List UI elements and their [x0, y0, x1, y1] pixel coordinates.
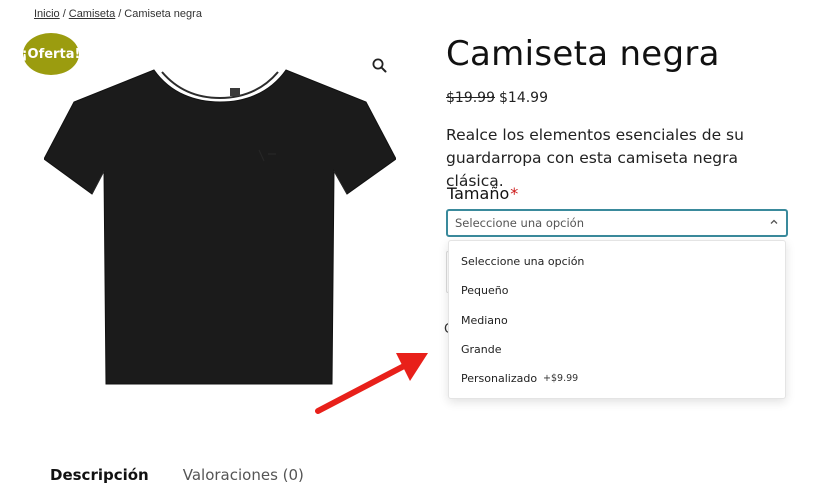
size-select[interactable]: Seleccione una opción [446, 209, 788, 237]
option-small[interactable]: Pequeño [449, 276, 785, 305]
chevron-up-icon [770, 219, 778, 224]
option-label: Seleccione una opción [461, 255, 585, 269]
breadcrumb: Inicio / Camiseta / Camiseta negra [34, 8, 202, 20]
sale-price: $14.99 [499, 90, 548, 106]
tab-reviews[interactable]: Valoraciones (0) [183, 466, 304, 484]
sale-badge: ¡Oferta! [21, 33, 81, 75]
option-large[interactable]: Grande [449, 335, 785, 364]
product-title: Camiseta negra [446, 34, 720, 74]
sale-badge-label: ¡Oferta! [21, 46, 81, 62]
product-image[interactable] [43, 66, 397, 386]
select-current-value: Seleccione una opción [455, 216, 584, 230]
size-label-text: Tamaño [447, 184, 510, 203]
option-extra-price: +$9.99 [543, 373, 579, 385]
price: $19.99 $14.99 [446, 90, 548, 106]
required-asterisk: * [510, 184, 519, 203]
option-medium[interactable]: Mediano [449, 306, 785, 335]
option-custom[interactable]: Personalizado +$9.99 [449, 364, 785, 393]
breadcrumb-separator: / [62, 8, 66, 20]
breadcrumb-link-category[interactable]: Camiseta [69, 8, 115, 20]
tab-description[interactable]: Descripción [50, 466, 149, 484]
old-price: $19.99 [446, 90, 495, 106]
option-label: Mediano [461, 313, 508, 327]
size-label: Tamaño* [447, 184, 518, 203]
breadcrumb-link-home[interactable]: Inicio [34, 8, 60, 20]
breadcrumb-current: Camiseta negra [124, 8, 202, 20]
option-label: Grande [461, 343, 502, 357]
product-tabs: Descripción Valoraciones (0) [50, 466, 304, 484]
size-options-list: Seleccione una opción Pequeño Mediano Gr… [448, 240, 786, 399]
tshirt-image [43, 69, 397, 385]
option-select-prompt[interactable]: Seleccione una opción [449, 247, 785, 276]
option-label: Pequeño [461, 284, 509, 298]
magnifier-icon[interactable] [371, 57, 389, 75]
product-short-description: Realce los elementos esenciales de su gu… [446, 126, 744, 190]
breadcrumb-separator: / [118, 8, 122, 20]
option-label: Personalizado [461, 372, 538, 386]
